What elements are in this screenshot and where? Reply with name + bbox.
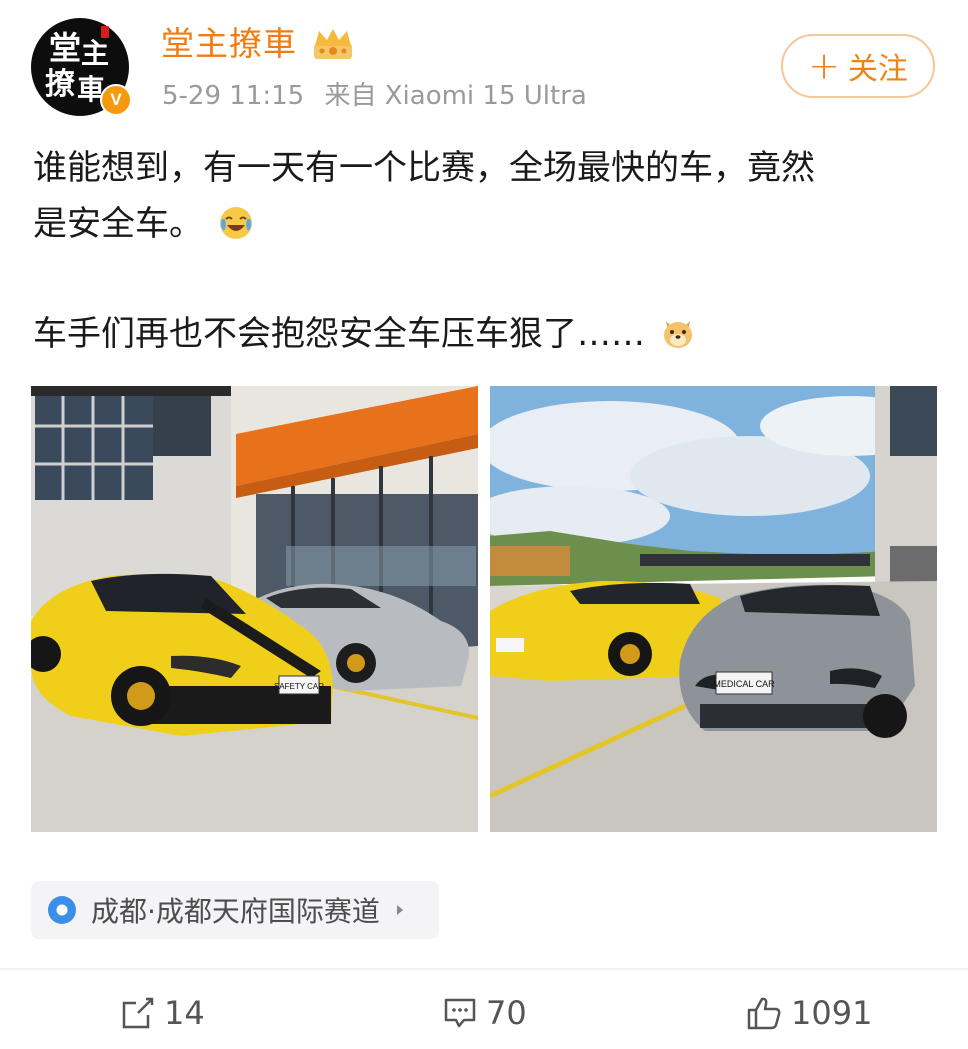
avatar-seal-mark bbox=[101, 26, 109, 38]
avatar-glyph: 撩 bbox=[45, 67, 75, 102]
photo-safety-car-image: SAFETY CAR bbox=[31, 386, 478, 832]
thumbs-up-icon bbox=[747, 997, 781, 1030]
plate-text: MEDICAL CAR bbox=[713, 679, 775, 689]
avatar-glyph: 堂 bbox=[49, 29, 82, 67]
location-tag[interactable]: 成都·成都天府国际赛道 bbox=[31, 881, 439, 939]
post-source: 来自 Xiaomi 15 Ultra bbox=[324, 81, 587, 111]
plus-icon: + bbox=[808, 44, 840, 88]
verified-badge: V bbox=[100, 84, 132, 116]
comment-count: 70 bbox=[486, 994, 527, 1032]
share-button[interactable]: 14 bbox=[120, 990, 205, 1036]
comment-button[interactable]: 70 bbox=[442, 990, 527, 1036]
post-text-segment: 车手们再也不会抱怨安全车压车狠了…… bbox=[33, 314, 645, 354]
post-text-line: 谁能想到，有一天有一个比赛，全场最快的车，竟然 bbox=[33, 148, 815, 188]
plate-text: SAFETY CAR bbox=[274, 682, 324, 691]
post-text-segment: 是安全车。 bbox=[33, 204, 203, 244]
doge-emoji-icon bbox=[663, 320, 692, 348]
post-photo-1[interactable]: SAFETY CAR bbox=[31, 386, 478, 832]
comment-icon bbox=[444, 998, 476, 1028]
post-time: 5-29 11:15 bbox=[162, 81, 305, 111]
share-count: 14 bbox=[164, 994, 205, 1032]
share-icon bbox=[122, 997, 154, 1029]
chevron-right-icon bbox=[396, 905, 403, 915]
post-meta: 5-29 11:15 来自 Xiaomi 15 Ultra bbox=[162, 80, 587, 112]
like-button[interactable]: 1091 bbox=[745, 990, 872, 1036]
location-pin-icon bbox=[48, 896, 76, 924]
photo-medical-car-image: MEDICAL CAR bbox=[490, 386, 937, 832]
divider bbox=[0, 968, 968, 970]
laugh-cry-emoji-icon bbox=[219, 206, 252, 239]
crown-icon bbox=[314, 29, 352, 59]
post-text-line-3: 车手们再也不会抱怨安全车压车狠了…… bbox=[33, 306, 933, 362]
follow-button[interactable]: + 关注 bbox=[781, 34, 935, 98]
avatar-glyph: 主 bbox=[81, 37, 110, 70]
post-photo-2[interactable]: MEDICAL CAR bbox=[490, 386, 937, 832]
author-name[interactable]: 堂主撩車 bbox=[161, 24, 297, 64]
follow-label: 关注 bbox=[847, 52, 908, 87]
post-text-line-2: 是安全车。 bbox=[33, 196, 933, 252]
like-count: 1091 bbox=[791, 994, 873, 1032]
location-text: 成都·成都天府国际赛道 bbox=[91, 895, 380, 928]
